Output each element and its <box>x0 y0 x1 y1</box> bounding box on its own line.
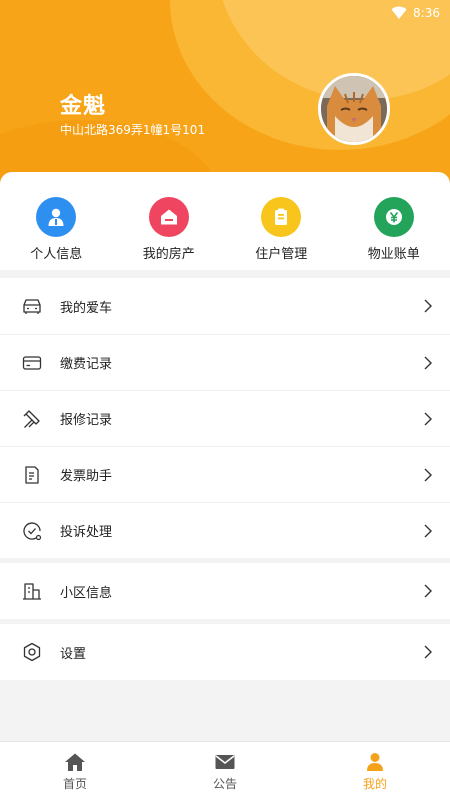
menu-item-label: 设置 <box>60 646 87 662</box>
menu-item-label: 缴费记录 <box>60 357 113 372</box>
menu-item-label: 小区信息 <box>60 585 113 601</box>
quick-action-label: 我的房产 <box>142 247 195 262</box>
house-icon <box>148 197 189 237</box>
menu-item-complaint-handling[interactable]: 投诉处理 <box>0 502 450 558</box>
user-address: 中山北路369弄1幢1号101 <box>60 123 206 137</box>
chevron-right-icon <box>424 356 432 370</box>
chevron-right-icon <box>424 299 432 313</box>
status-time: 8:36 <box>413 6 440 20</box>
nav-item-label: 公告 <box>212 777 237 791</box>
building-icon <box>23 583 41 600</box>
menu-item-repair-records[interactable]: 报修记录 <box>0 390 450 446</box>
person-icon <box>36 197 77 237</box>
clipboard-icon <box>261 197 302 237</box>
complaint-icon <box>23 522 42 541</box>
wifi-icon <box>391 6 407 19</box>
nav-item-label: 首页 <box>62 777 87 791</box>
status-bar: 8:36 <box>391 4 440 22</box>
menu-item-label: 投诉处理 <box>60 525 113 540</box>
menu-item-community-info[interactable]: 小区信息 <box>0 563 450 619</box>
menu-group-community: 小区信息 <box>0 563 450 619</box>
chevron-right-icon <box>424 584 432 598</box>
quick-action-label: 住户管理 <box>255 247 308 262</box>
quick-action-property-bill[interactable]: 物业账单 <box>338 172 450 270</box>
menu-group-settings: 设置 <box>0 624 450 680</box>
car-icon <box>23 299 41 314</box>
nav-item-label: 我的 <box>362 777 387 791</box>
nav-item-announcements[interactable]: 公告 <box>150 742 300 800</box>
mail-icon <box>215 755 235 769</box>
nav-item-mine[interactable]: 我的 <box>300 742 450 800</box>
quick-action-personal-info[interactable]: 个人信息 <box>0 172 113 270</box>
repair-icon <box>23 410 40 428</box>
bottom-nav: 首页 公告 我的 <box>0 741 450 800</box>
menu-group-services: 我的爱车 缴费记录 报修记录 发票助手 投诉处理 <box>0 278 450 558</box>
invoice-icon <box>25 466 39 484</box>
menu-item-invoice-assistant[interactable]: 发票助手 <box>0 446 450 502</box>
avatar[interactable] <box>318 73 390 145</box>
chevron-right-icon <box>424 524 432 538</box>
card-icon <box>22 356 42 370</box>
menu-item-label: 发票助手 <box>60 469 113 484</box>
chevron-right-icon <box>424 645 432 659</box>
quick-action-label: 物业账单 <box>367 247 420 262</box>
cat-avatar-icon <box>321 76 387 142</box>
user-name: 金魁 <box>60 94 107 119</box>
menu-item-label: 我的爱车 <box>60 300 113 316</box>
user-icon <box>367 753 383 771</box>
home-icon <box>65 753 85 771</box>
chevron-right-icon <box>424 468 432 482</box>
quick-actions: 个人信息 我的房产 住户管理 物业账单 <box>0 172 450 270</box>
nav-item-home[interactable]: 首页 <box>0 742 150 800</box>
menu-item-my-car[interactable]: 我的爱车 <box>0 278 450 334</box>
quick-action-my-property[interactable]: 我的房产 <box>113 172 226 270</box>
quick-action-resident-management[interactable]: 住户管理 <box>225 172 338 270</box>
settings-icon <box>23 642 41 662</box>
quick-action-label: 个人信息 <box>30 247 83 262</box>
menu-item-payment-records[interactable]: 缴费记录 <box>0 334 450 390</box>
chevron-right-icon <box>424 412 432 426</box>
menu-item-label: 报修记录 <box>60 413 113 428</box>
yen-icon <box>373 197 414 237</box>
menu-item-settings[interactable]: 设置 <box>0 624 450 680</box>
